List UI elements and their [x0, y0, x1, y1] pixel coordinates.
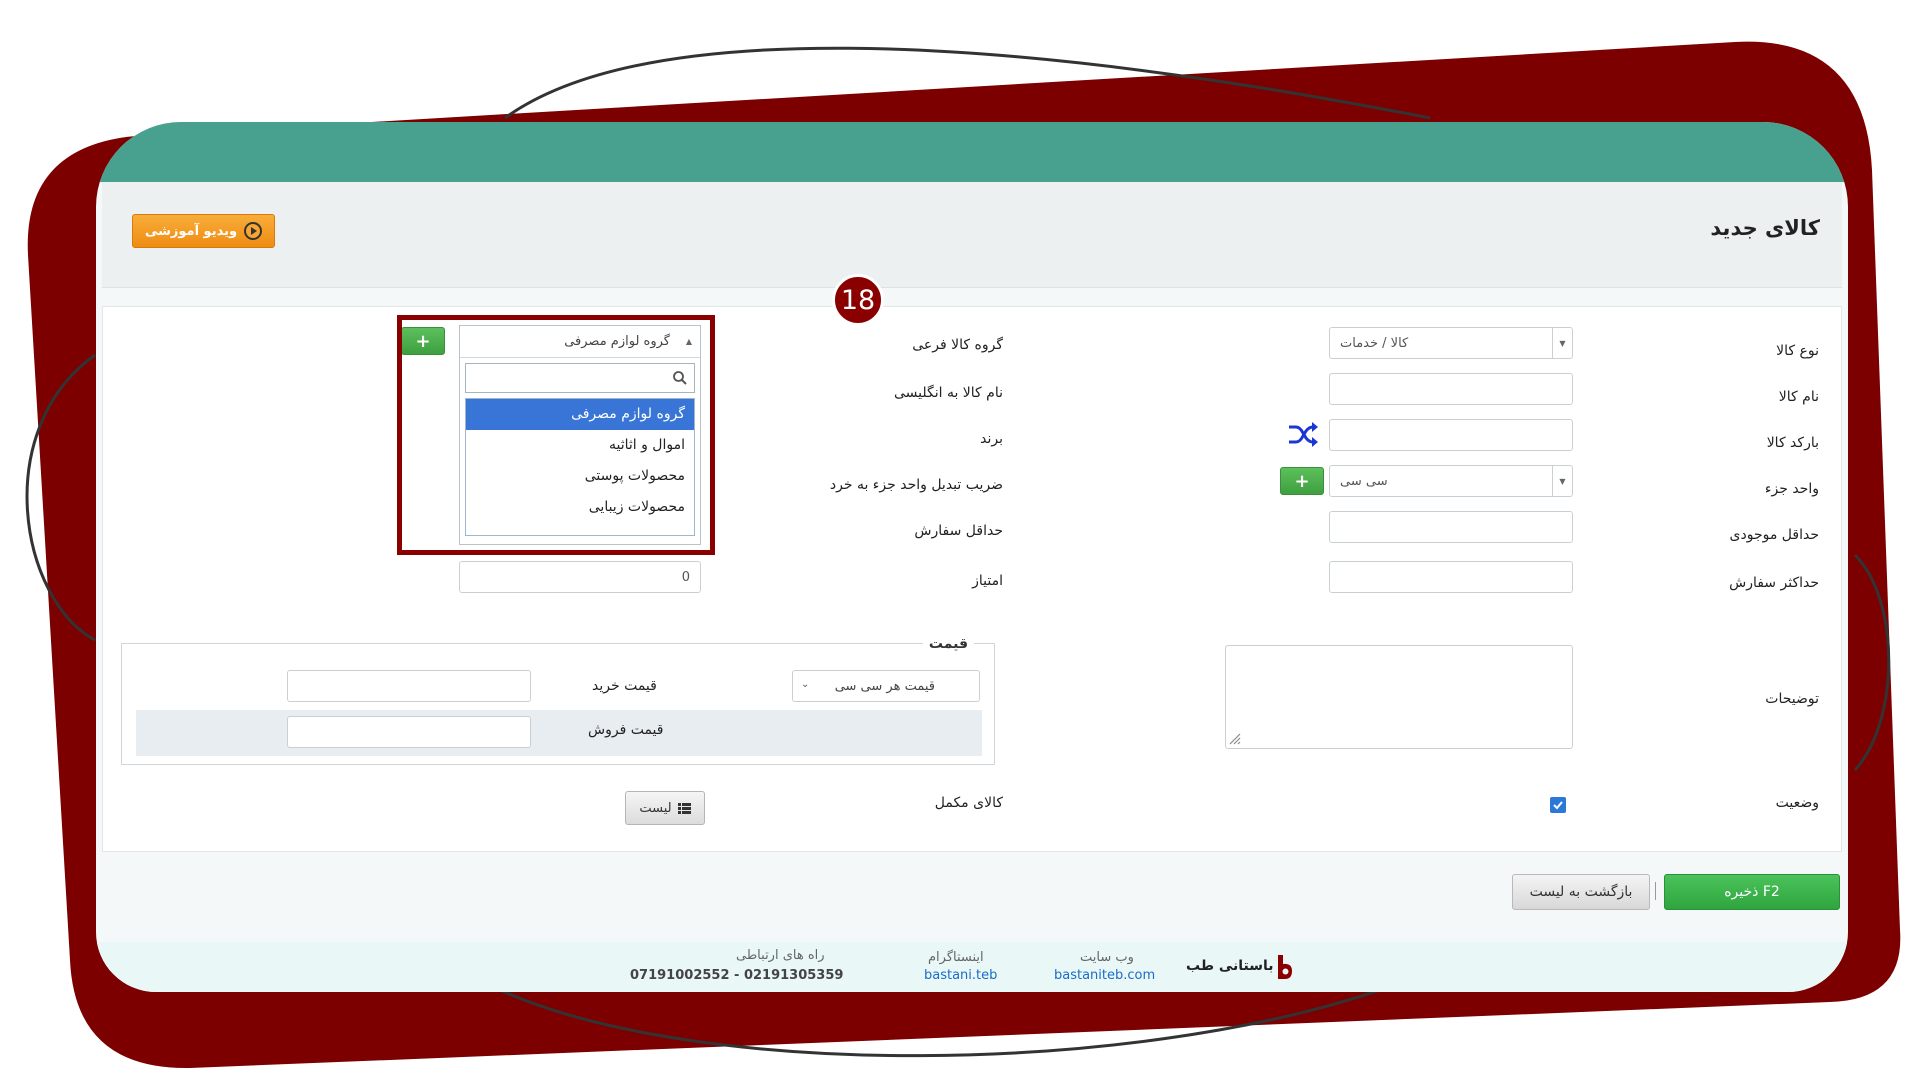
video-tutorial-button[interactable]: ویدیو آموزشی [132, 214, 275, 248]
score-label: امتیاز [972, 573, 1003, 589]
instagram-link[interactable]: bastani.teb [924, 968, 997, 983]
step-badge: 18 [832, 274, 884, 326]
barcode-label: بارکد کالا [1766, 435, 1819, 451]
goods-type-value: کالا / خدمات [1340, 335, 1409, 351]
top-bar [96, 122, 1848, 182]
list-icon [677, 802, 691, 814]
shuffle-icon[interactable] [1286, 419, 1320, 449]
chevron-down-icon: ⌄ [801, 679, 810, 690]
buy-price-label: قیمت خرید [592, 678, 657, 694]
max-order-input[interactable] [1329, 561, 1573, 593]
price-unit-select[interactable]: قیمت هر سی سی ⌄ [792, 670, 980, 702]
goods-name-input[interactable] [1329, 373, 1573, 405]
website-label: وب سایت [1080, 950, 1134, 965]
goods-type-select[interactable]: کالا / خدمات ▼ [1329, 327, 1573, 359]
goods-type-label: نوع کالا [1776, 343, 1819, 359]
footer: باستانی طب وب سایت bastaniteb.com اینستا… [96, 942, 1848, 992]
chevron-down-icon: ▼ [1552, 328, 1572, 358]
status-checkbox[interactable] [1550, 797, 1566, 813]
max-order-label: حداکثر سفارش [1729, 575, 1819, 591]
contact-phones: 07191002552 - 02191305359 [630, 968, 844, 983]
page-header: کالای جدید ویدیو آموزشی [102, 182, 1842, 288]
price-section: قیمت قیمت هر سی سی ⌄ قیمت خرید قیمت فروش [121, 636, 995, 765]
chevron-down-icon: ▼ [1552, 466, 1572, 496]
english-name-label: نام کالا به انگلیسی [893, 385, 1003, 401]
brand-name: باستانی طب [1186, 958, 1274, 974]
conversion-factor-label: ضریب تبدیل واحد جزء به خرد [829, 477, 1003, 493]
min-stock-label: حداقل موجودی [1729, 527, 1819, 543]
website-link[interactable]: bastaniteb.com [1054, 968, 1155, 983]
buy-price-input[interactable] [287, 670, 531, 702]
description-textarea[interactable] [1225, 645, 1573, 749]
sub-group-label: گروه کالا فرعی [912, 337, 1003, 353]
video-tutorial-label: ویدیو آموزشی [144, 223, 238, 239]
page-title: کالای جدید [1710, 216, 1820, 240]
complementary-list-button[interactable]: لیست [625, 791, 705, 825]
play-icon [244, 222, 263, 240]
tutorial-highlight-frame: 18 [397, 274, 884, 555]
complementary-label: کالای مکمل [934, 795, 1003, 811]
part-unit-value: سی سی [1340, 473, 1388, 489]
contact-label: راه های ارتباطی [736, 948, 825, 963]
score-value: 0 [681, 569, 690, 585]
min-order-label: حداقل سفارش [914, 523, 1003, 539]
part-unit-label: واحد جزء [1764, 481, 1819, 497]
add-unit-button[interactable]: + [1280, 467, 1324, 495]
app-window: کالای جدید ویدیو آموزشی نوع کالا کالا / … [96, 122, 1848, 992]
sell-price-label: قیمت فروش [588, 722, 664, 738]
status-label: وضعیت [1775, 795, 1819, 811]
price-unit-value: قیمت هر سی سی [834, 678, 935, 694]
barcode-input[interactable] [1329, 419, 1573, 451]
part-unit-select[interactable]: سی سی ▼ [1329, 465, 1573, 497]
goods-name-label: نام کالا [1778, 389, 1819, 405]
score-input[interactable]: 0 [459, 561, 701, 593]
resize-grip-icon[interactable] [1228, 732, 1242, 746]
list-button-label: لیست [639, 800, 672, 816]
check-icon [1553, 801, 1563, 810]
back-to-list-button[interactable]: بازگشت به لیست [1512, 874, 1650, 910]
save-button[interactable]: F2 ذخیره [1664, 874, 1840, 910]
button-separator [1655, 882, 1656, 900]
instagram-label: اینستاگرام [928, 950, 984, 965]
plus-icon: + [1294, 470, 1310, 492]
min-stock-input[interactable] [1329, 511, 1573, 543]
sell-price-row: قیمت فروش [136, 710, 982, 756]
description-label: توضیحات [1765, 691, 1819, 707]
price-legend: قیمت [922, 636, 974, 652]
sell-price-input[interactable] [287, 716, 531, 748]
brand-label: برند [980, 431, 1003, 447]
brand-logo-icon [1278, 955, 1292, 979]
goods-form: نوع کالا کالا / خدمات ▼ نام کالا بارکد ک… [102, 274, 1842, 852]
